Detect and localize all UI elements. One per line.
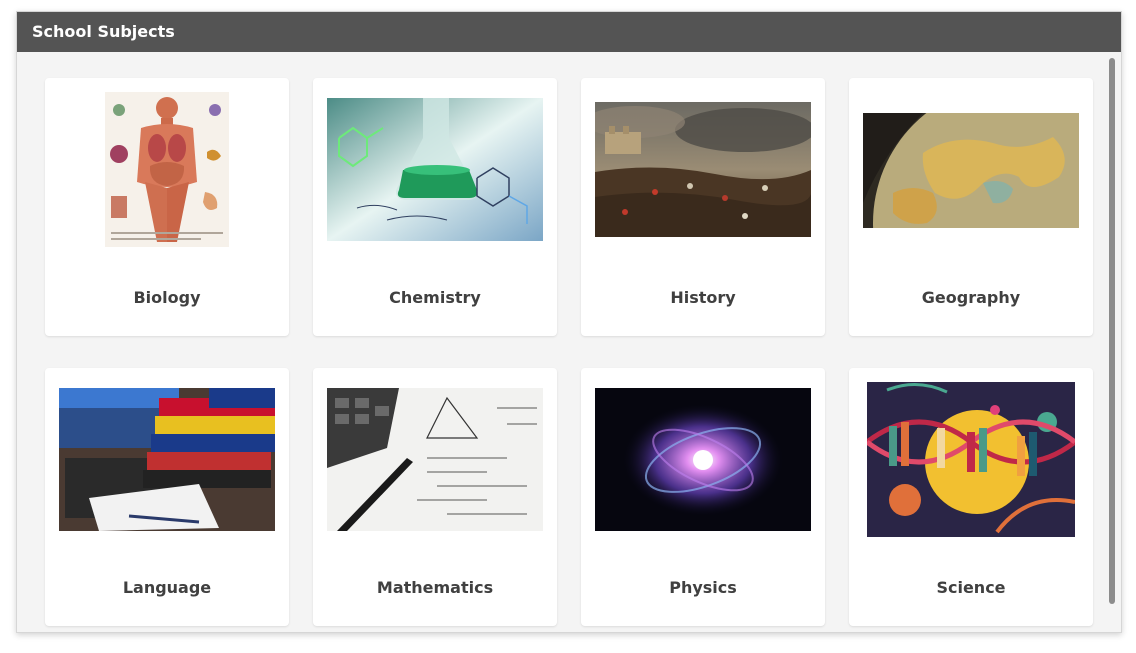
biology-image (105, 92, 229, 247)
subject-label-geography: Geography (921, 288, 1021, 307)
subject-card-science[interactable]: Science (849, 368, 1093, 626)
physics-image (595, 388, 811, 531)
subject-label-chemistry: Chemistry (389, 288, 481, 307)
language-image (59, 388, 275, 531)
subject-label-language: Language (122, 578, 212, 597)
subject-label-science: Science (936, 578, 1006, 597)
subject-card-language[interactable]: Language (45, 368, 289, 626)
geography-image (863, 113, 1079, 228)
chemistry-image (327, 98, 543, 241)
subject-label-physics: Physics (669, 578, 737, 597)
subject-card-biology[interactable]: Biology (45, 78, 289, 336)
subject-card-history[interactable]: History (581, 78, 825, 336)
window-title: School Subjects (32, 22, 175, 41)
school-subjects-window: School Subjects Biology Chemistry Histor… (16, 11, 1122, 633)
subject-card-mathematics[interactable]: Mathematics (313, 368, 557, 626)
subject-card-chemistry[interactable]: Chemistry (313, 78, 557, 336)
subject-label-mathematics: Mathematics (376, 578, 494, 597)
title-bar: School Subjects (17, 12, 1121, 52)
subject-card-physics[interactable]: Physics (581, 368, 825, 626)
subject-label-biology: Biology (133, 288, 201, 307)
mathematics-image (327, 388, 543, 531)
subject-card-geography[interactable]: Geography (849, 78, 1093, 336)
subject-label-history: History (670, 288, 736, 307)
subjects-grid: Biology Chemistry History Geography Lang… (17, 52, 1121, 632)
history-image (595, 102, 811, 237)
vertical-scrollbar[interactable] (1109, 58, 1115, 604)
science-image (867, 382, 1075, 537)
